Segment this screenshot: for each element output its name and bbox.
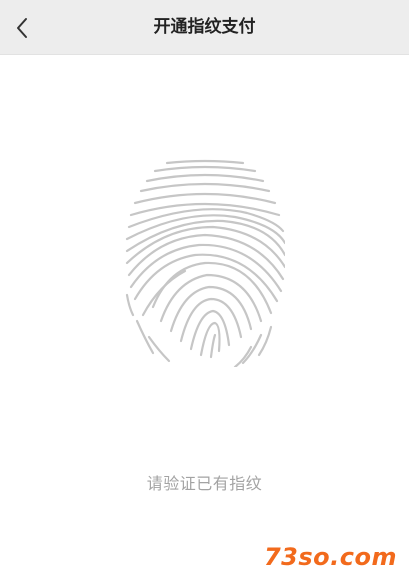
verify-fingerprint-prompt: 请验证已有指纹 [146, 474, 263, 493]
watermark-logo: 73so.com [263, 543, 397, 571]
nav-bar: 开通指纹支付 [0, 0, 409, 55]
fingerprint-icon[interactable] [125, 155, 285, 367]
page-title: 开通指纹支付 [153, 17, 256, 37]
